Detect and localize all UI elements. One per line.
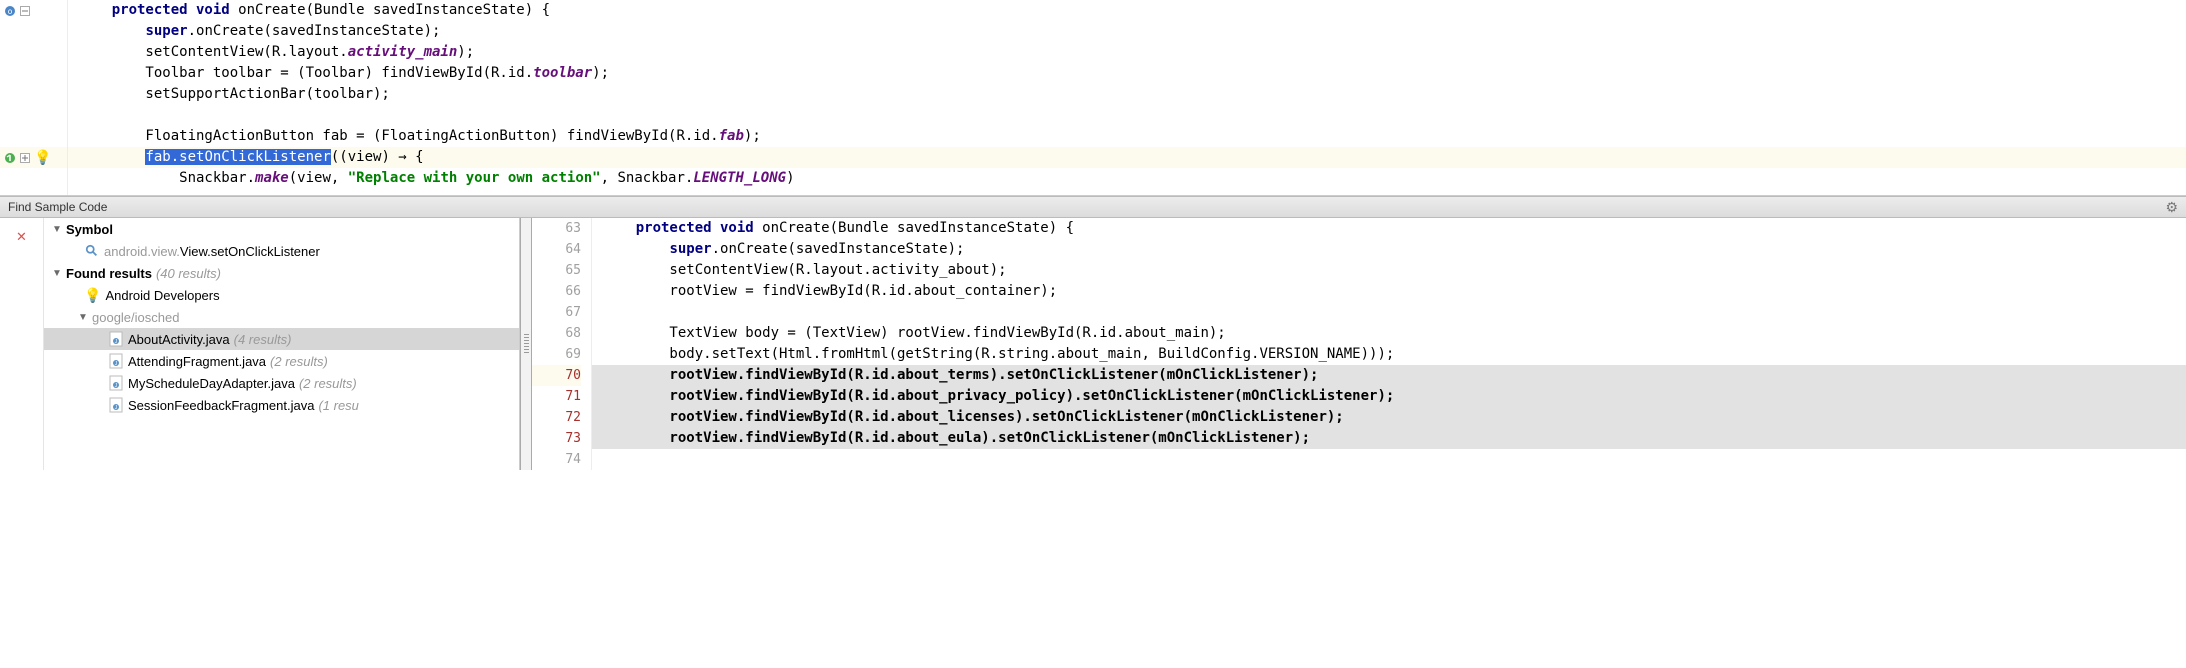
gutter-row[interactable] <box>0 42 67 63</box>
code-line[interactable]: Toolbar toolbar = (Toolbar) findViewById… <box>68 63 2186 84</box>
results-tree[interactable]: ▼ Symbol android.view.View.setOnClickLis… <box>44 218 520 470</box>
code-line[interactable]: setContentView(R.layout.activity_main); <box>68 42 2186 63</box>
gutter-row[interactable] <box>0 21 67 42</box>
collapse-icon[interactable] <box>20 6 30 16</box>
line-number: 71 <box>532 386 581 407</box>
file-name: SessionFeedbackFragment.java <box>128 398 314 413</box>
chevron-down-icon[interactable]: ▼ <box>52 268 62 279</box>
line-number: 74 <box>532 449 581 470</box>
main-editor-code[interactable]: protected void onCreate(Bundle savedInst… <box>68 0 2186 195</box>
override-icon[interactable]: o <box>4 5 16 17</box>
split-divider[interactable] <box>520 218 532 470</box>
gutter-row[interactable]: 💡 <box>0 147 67 168</box>
code-line[interactable]: rootView.findViewById(R.id.about_eula).s… <box>592 428 2186 449</box>
gutter-row[interactable]: o <box>0 0 67 21</box>
code-line[interactable]: setSupportActionBar(toolbar); <box>68 84 2186 105</box>
line-number: 72 <box>532 407 581 428</box>
file-name: AboutActivity.java <box>128 332 230 347</box>
file-count: (4 results) <box>234 332 292 347</box>
expand-icon[interactable] <box>20 153 30 163</box>
gutter-row[interactable] <box>0 105 67 126</box>
line-number: 65 <box>532 260 581 281</box>
code-line[interactable]: rootView = findViewById(R.id.about_conta… <box>592 281 2186 302</box>
line-number: 68 <box>532 323 581 344</box>
file-count: (2 results) <box>270 354 328 369</box>
sample-editor-code[interactable]: protected void onCreate(Bundle savedInst… <box>592 218 2186 470</box>
symbol-text: android.view.View.setOnClickListener <box>104 244 320 259</box>
code-line[interactable]: rootView.findViewById(R.id.about_terms).… <box>592 365 2186 386</box>
code-line[interactable]: super.onCreate(savedInstanceState); <box>592 239 2186 260</box>
java-file-icon: J <box>108 331 124 347</box>
line-number: 63 <box>532 218 581 239</box>
symbol-header: Symbol <box>66 222 113 237</box>
line-number: 66 <box>532 281 581 302</box>
android-dev-row[interactable]: 💡 Android Developers <box>44 284 519 306</box>
code-line[interactable]: super.onCreate(savedInstanceState); <box>68 21 2186 42</box>
file-row[interactable]: J AttendingFragment.java (2 results) <box>44 350 519 372</box>
results-count: (40 results) <box>156 266 221 281</box>
gutter-row[interactable] <box>0 168 67 189</box>
line-number: 70 <box>532 365 581 386</box>
code-line[interactable]: protected void onCreate(Bundle savedInst… <box>592 218 2186 239</box>
bulb-icon[interactable]: 💡 <box>34 150 51 166</box>
file-count: (2 results) <box>299 376 357 391</box>
file-name: MyScheduleDayAdapter.java <box>128 376 295 391</box>
code-line[interactable] <box>68 105 2186 126</box>
sample-editor[interactable]: 636465666768697071727374 protected void … <box>532 218 2186 470</box>
code-line[interactable]: fab.setOnClickListener((view) → { <box>68 147 2186 168</box>
chevron-down-icon[interactable]: ▼ <box>52 224 62 235</box>
code-line[interactable] <box>592 449 2186 470</box>
file-name: AttendingFragment.java <box>128 354 266 369</box>
diff-icon[interactable] <box>4 152 16 164</box>
code-line[interactable]: setContentView(R.layout.activity_about); <box>592 260 2186 281</box>
svg-text:o: o <box>8 7 13 16</box>
find-sample-code-header: Find Sample Code ⚙ <box>0 196 2186 218</box>
panel-title: Find Sample Code <box>8 200 2165 214</box>
code-line[interactable]: Snackbar.make(view, "Replace with your o… <box>68 168 2186 189</box>
panel-left-gutter: ✕ <box>0 218 44 470</box>
file-count: (1 resu <box>318 398 358 413</box>
symbol-row[interactable]: android.view.View.setOnClickListener <box>44 240 519 262</box>
code-line[interactable]: protected void onCreate(Bundle savedInst… <box>68 0 2186 21</box>
chevron-down-icon[interactable]: ▼ <box>78 312 88 323</box>
code-line[interactable]: rootView.findViewById(R.id.about_privacy… <box>592 386 2186 407</box>
main-editor-gutter: o💡 <box>0 0 68 195</box>
gutter-row[interactable] <box>0 84 67 105</box>
gutter-row[interactable] <box>0 63 67 84</box>
java-file-icon: J <box>108 375 124 391</box>
close-icon[interactable]: ✕ <box>0 226 43 245</box>
code-line[interactable]: TextView body = (TextView) rootView.find… <box>592 323 2186 344</box>
main-editor[interactable]: o💡 protected void onCreate(Bundle savedI… <box>0 0 2186 196</box>
code-line[interactable]: FloatingActionButton fab = (FloatingActi… <box>68 126 2186 147</box>
file-row[interactable]: J AboutActivity.java (4 results) <box>44 328 519 350</box>
file-row[interactable]: J SessionFeedbackFragment.java (1 resu <box>44 394 519 416</box>
sample-editor-gutter: 636465666768697071727374 <box>532 218 592 470</box>
java-file-icon: J <box>108 397 124 413</box>
line-number: 69 <box>532 344 581 365</box>
find-sample-panel: ✕ ▼ Symbol android.view.View.setOnClickL… <box>0 218 2186 470</box>
code-line[interactable]: rootView.findViewById(R.id.about_license… <box>592 407 2186 428</box>
line-number: 67 <box>532 302 581 323</box>
gear-icon[interactable]: ⚙ <box>2165 199 2178 216</box>
line-number: 73 <box>532 428 581 449</box>
results-header-row[interactable]: ▼ Found results (40 results) <box>44 262 519 284</box>
repo-label: google/iosched <box>92 310 179 325</box>
bulb-icon: 💡 <box>84 287 101 304</box>
results-header: Found results <box>66 266 152 281</box>
symbol-header-row[interactable]: ▼ Symbol <box>44 218 519 240</box>
search-icon <box>84 243 100 259</box>
java-file-icon: J <box>108 353 124 369</box>
code-line[interactable]: body.setText(Html.fromHtml(getString(R.s… <box>592 344 2186 365</box>
repo-row[interactable]: ▼ google/iosched <box>44 306 519 328</box>
line-number: 64 <box>532 239 581 260</box>
android-dev-label: Android Developers <box>105 288 219 303</box>
file-row[interactable]: J MyScheduleDayAdapter.java (2 results) <box>44 372 519 394</box>
code-line[interactable] <box>592 302 2186 323</box>
gutter-row[interactable] <box>0 126 67 147</box>
